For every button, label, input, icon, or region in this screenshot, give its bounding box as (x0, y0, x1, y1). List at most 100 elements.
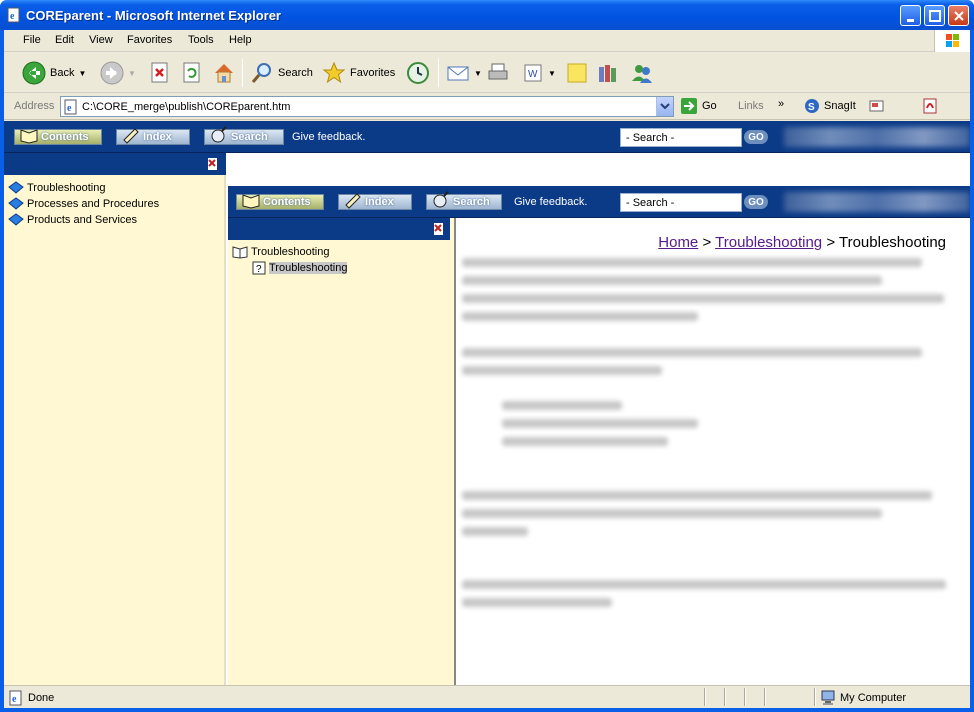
book-closed-icon (8, 197, 24, 210)
status-separator (724, 688, 726, 706)
status-bar: e Done My Computer (4, 685, 970, 708)
toc-page-troubleshooting[interactable]: ? Troubleshooting (252, 261, 348, 275)
status-done: e Done (8, 690, 54, 706)
outer-search-tab[interactable]: Search (204, 126, 284, 145)
svg-text:S: S (808, 102, 815, 113)
address-dropdown-button[interactable] (656, 97, 673, 116)
address-bar: Address e C:\CORE_merge\publish\COREpare… (4, 94, 970, 120)
outer-search-go-button[interactable]: GO (744, 130, 768, 144)
breadcrumb-separator: > (826, 234, 836, 251)
forward-button[interactable]: ▼ (100, 59, 136, 87)
history-clock-icon (407, 62, 429, 84)
go-label: Go (702, 100, 717, 112)
toc-item-troubleshooting[interactable]: Troubleshooting (8, 181, 105, 195)
mail-dropdown-icon[interactable]: ▼ (474, 69, 482, 78)
breadcrumb-home-link[interactable]: Home (658, 234, 698, 251)
svg-text:?: ? (256, 264, 262, 275)
inner-feedback-link[interactable]: Give feedback. (514, 196, 587, 208)
back-button[interactable]: Back ▼ (22, 59, 86, 87)
word-edit-icon: W (524, 64, 542, 82)
status-text: Done (28, 692, 55, 704)
toolbar-separator (438, 59, 439, 87)
inner-search-input[interactable] (620, 193, 742, 212)
refresh-button[interactable] (182, 59, 202, 87)
toc-item-processes[interactable]: Processes and Procedures (8, 197, 159, 211)
sync-toc-icon[interactable] (432, 222, 446, 236)
maximize-icon (929, 10, 941, 22)
print-button[interactable] (486, 59, 510, 87)
refresh-icon (183, 62, 200, 83)
inner-toc-header (228, 218, 450, 240)
links-label[interactable]: Links (738, 100, 764, 112)
menu-bar: File Edit View Favorites Tools Help (4, 30, 970, 52)
menu-file[interactable]: File (23, 34, 41, 46)
snagit-button[interactable]: S SnagIt (804, 98, 886, 114)
home-icon (215, 64, 233, 83)
inner-contents-tab[interactable]: Contents (236, 194, 324, 210)
title-bar[interactable]: e COREparent - Microsoft Internet Explor… (0, 0, 974, 30)
minimize-icon (907, 19, 914, 22)
ie-page-icon: e (7, 7, 20, 23)
outer-index-tab[interactable]: Index (116, 128, 190, 145)
breadcrumb-current: Troubleshooting (838, 234, 946, 251)
status-zone: My Computer (820, 690, 906, 706)
status-separator (814, 688, 816, 706)
menu-edit[interactable]: Edit (55, 34, 74, 46)
stop-icon (151, 62, 168, 83)
search-button[interactable]: Search (250, 59, 313, 87)
research-button[interactable] (596, 59, 618, 87)
messenger-people-icon (632, 65, 652, 83)
outer-search-input[interactable] (620, 128, 742, 147)
status-zone-text: My Computer (840, 692, 907, 704)
go-button[interactable]: Go (680, 97, 717, 115)
links-chevron-icon[interactable]: » (778, 98, 784, 110)
search-magnifier-icon (433, 191, 449, 208)
help-page-icon: ? (252, 261, 266, 275)
books-icon (599, 65, 616, 82)
svg-text:W: W (528, 69, 538, 80)
outer-contents-tab[interactable]: Contents (14, 129, 102, 145)
toc-book-troubleshooting[interactable]: Troubleshooting (232, 245, 329, 259)
svg-text:e: e (67, 103, 72, 114)
forward-dropdown-icon: ▼ (128, 68, 136, 78)
menu-tools[interactable]: Tools (188, 34, 214, 46)
inner-nav-bar: Contents Index Search Give feedback. GO (228, 186, 970, 218)
inner-search-tab[interactable]: Search (426, 191, 502, 210)
menu-view[interactable]: View (89, 34, 113, 46)
toc-item-products[interactable]: Products and Services (8, 213, 137, 227)
maximize-button[interactable] (924, 5, 945, 26)
edit-button[interactable]: W ▼ (522, 59, 556, 87)
menu-help[interactable]: Help (229, 34, 252, 46)
close-button[interactable] (948, 5, 969, 26)
address-input[interactable]: e C:\CORE_merge\publish\COREparent.htm (60, 96, 674, 117)
snagit-icon: S (805, 99, 819, 113)
breadcrumb-section-link[interactable]: Troubleshooting (715, 234, 822, 251)
book-open-icon (242, 194, 260, 209)
book-closed-icon (8, 213, 24, 226)
back-arrow-icon (22, 61, 46, 85)
document-pane: Home > Troubleshooting > Troubleshooting (454, 218, 970, 685)
pdf-tools-button[interactable] (922, 98, 942, 117)
snagit-capture-icon[interactable] (868, 98, 886, 114)
outer-feedback-link[interactable]: Give feedback. (292, 131, 365, 143)
browser-client: File Edit View Favorites Tools Help Back… (4, 30, 970, 708)
messenger-button[interactable] (630, 59, 654, 87)
mail-button[interactable]: ▼ (446, 59, 482, 87)
favorites-button[interactable]: Favorites (322, 59, 395, 87)
edit-dropdown-icon[interactable]: ▼ (548, 69, 556, 78)
inner-search-go-button[interactable]: GO (744, 195, 768, 209)
stop-button[interactable] (150, 59, 170, 87)
inner-index-tab[interactable]: Index (338, 193, 412, 210)
home-button[interactable] (212, 59, 236, 87)
history-button[interactable] (406, 59, 430, 87)
discuss-button[interactable] (566, 59, 588, 87)
minimize-button[interactable] (900, 5, 921, 26)
sync-toc-icon[interactable] (206, 157, 220, 171)
back-dropdown-icon[interactable]: ▼ (78, 69, 86, 78)
menu-favorites[interactable]: Favorites (127, 34, 172, 46)
printer-icon (488, 63, 508, 80)
my-computer-icon (821, 690, 835, 705)
back-label: Back (50, 67, 75, 79)
status-separator (744, 688, 746, 706)
book-open-icon (20, 129, 38, 144)
